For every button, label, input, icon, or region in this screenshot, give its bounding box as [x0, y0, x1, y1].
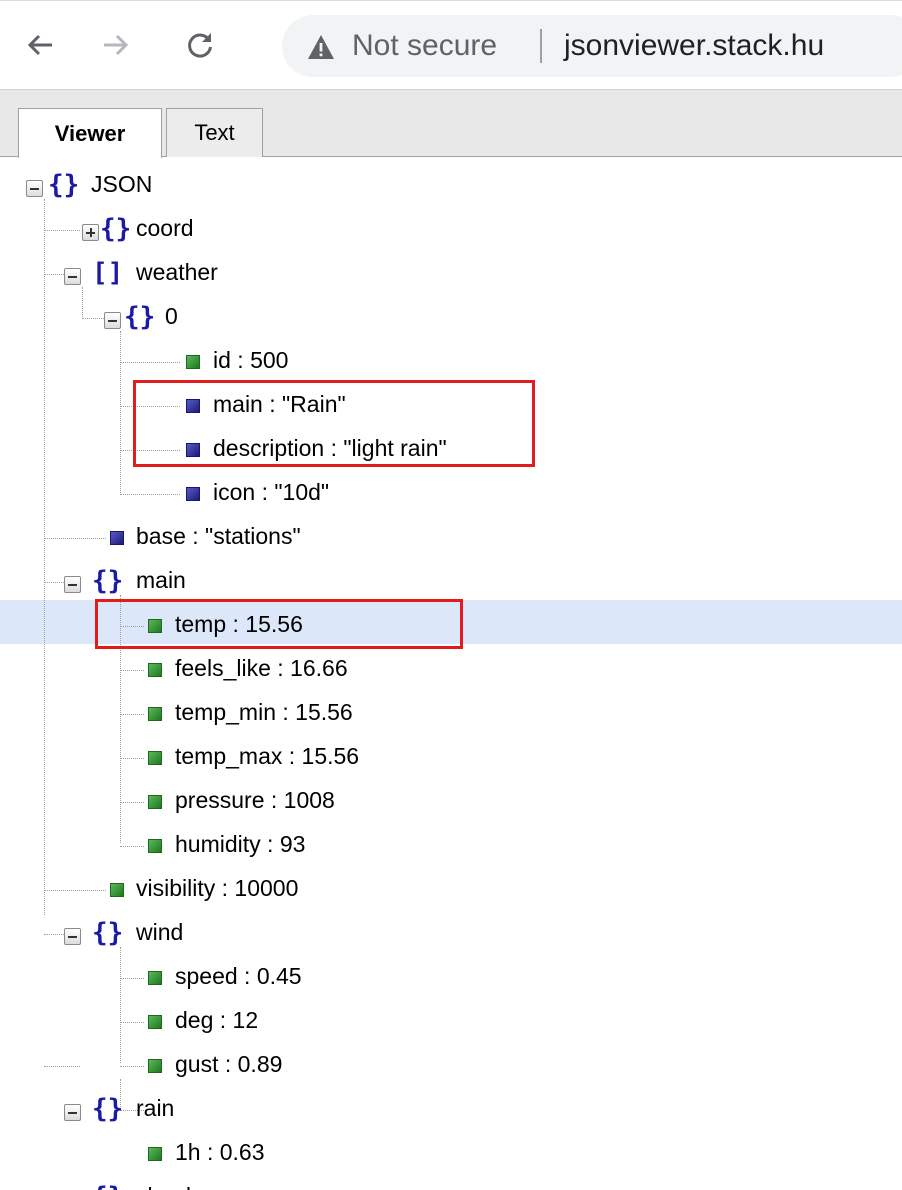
tree-node-coord[interactable]: {} coord [0, 209, 902, 253]
tree-leaf-temp-min[interactable]: temp_min : 15.56 [0, 693, 902, 737]
tree-leaf-text: deg : 12 [175, 1007, 259, 1033]
tree-node-wind[interactable]: {} wind [0, 913, 902, 957]
tree-leaf-text: pressure : 1008 [175, 787, 335, 813]
tree-node-root[interactable]: {} JSON [0, 165, 902, 209]
browser-toolbar: Not secure jsonviewer.stack.hu [0, 0, 902, 90]
collapse-toggle-icon[interactable] [64, 928, 81, 945]
json-tree-view: {} JSON {} coord [] weather {} 0 id : 50… [0, 157, 902, 1190]
tree-node-label: rain [136, 1095, 175, 1121]
tree-leaf-text: visibility : 10000 [136, 875, 299, 901]
warning-triangle-icon[interactable] [306, 33, 336, 61]
tree-leaf-humidity[interactable]: humidity : 93 [0, 825, 902, 869]
tree-leaf-text: base : "stations" [136, 523, 301, 549]
tree-leaf-deg[interactable]: deg : 12 [0, 1001, 902, 1045]
tree-node-label: 0 [165, 303, 178, 329]
object-brace-icon: {} [92, 1094, 124, 1124]
number-value-icon [110, 883, 124, 897]
object-brace-icon: {} [92, 918, 124, 948]
expand-toggle-icon[interactable] [82, 224, 99, 241]
forward-button[interactable] [96, 23, 136, 67]
number-value-icon [148, 839, 162, 853]
tree-node-rain[interactable]: {} rain [0, 1089, 902, 1133]
number-value-icon [148, 795, 162, 809]
string-value-icon [186, 487, 200, 501]
tree-leaf-base[interactable]: base : "stations" [0, 517, 902, 561]
tree-leaf-text: humidity : 93 [175, 831, 306, 857]
security-status-text[interactable]: Not secure [352, 29, 497, 63]
tree-node-weather-0[interactable]: {} 0 [0, 297, 902, 341]
address-separator [540, 29, 542, 63]
tree-leaf-temp-max[interactable]: temp_max : 15.56 [0, 737, 902, 781]
number-value-icon [186, 355, 200, 369]
arrow-right-icon [104, 34, 129, 56]
tree-leaf-text: gust : 0.89 [175, 1051, 283, 1077]
address-bar[interactable]: Not secure jsonviewer.stack.hu [282, 15, 902, 77]
tree-node-label: weather [136, 259, 218, 285]
back-button[interactable] [20, 23, 60, 67]
tree-leaf-gust[interactable]: gust : 0.89 [0, 1045, 902, 1089]
array-bracket-icon: [] [92, 258, 124, 288]
object-brace-icon: {} [100, 214, 132, 244]
tree-leaf-text: feels_like : 16.66 [175, 655, 348, 681]
tree-leaf-icon[interactable]: icon : "10d" [0, 473, 902, 517]
string-value-icon [110, 531, 124, 545]
tree-node-clouds[interactable]: {} clouds [0, 1177, 902, 1190]
reload-icon [188, 33, 212, 58]
tab-viewer[interactable]: Viewer [18, 108, 162, 158]
tree-node-label: coord [136, 215, 194, 241]
number-value-icon [148, 663, 162, 677]
collapse-toggle-icon[interactable] [104, 312, 121, 329]
object-brace-icon: {} [48, 170, 80, 200]
highlight-box-temp [95, 599, 463, 649]
number-value-icon [148, 1015, 162, 1029]
tree-leaf-id[interactable]: id : 500 [0, 341, 902, 385]
tree-leaf-text: icon : "10d" [213, 479, 330, 505]
collapse-toggle-icon[interactable] [64, 268, 81, 285]
tree-leaf-text: speed : 0.45 [175, 963, 302, 989]
tree-leaf-pressure[interactable]: pressure : 1008 [0, 781, 902, 825]
collapse-toggle-icon[interactable] [64, 576, 81, 593]
number-value-icon [148, 1059, 162, 1073]
reload-button[interactable] [180, 23, 220, 67]
tree-leaf-text: 1h : 0.63 [175, 1139, 265, 1165]
collapse-toggle-icon[interactable] [26, 180, 43, 197]
tree-node-label: main [136, 567, 186, 593]
tree-leaf-visibility[interactable]: visibility : 10000 [0, 869, 902, 913]
url-text[interactable]: jsonviewer.stack.hu [564, 29, 824, 63]
highlight-box-weather [133, 380, 535, 467]
tree-leaf-text: temp_max : 15.56 [175, 743, 360, 769]
tree-node-weather[interactable]: [] weather [0, 253, 902, 297]
tree-leaf-text: temp_min : 15.56 [175, 699, 353, 725]
viewer-tab-bar: Viewer Text [0, 90, 902, 158]
tab-text[interactable]: Text [166, 108, 263, 157]
object-brace-icon: {} [92, 1182, 123, 1190]
tree-node-label: wind [136, 919, 184, 945]
arrow-left-icon [27, 34, 52, 56]
object-brace-icon: {} [124, 302, 156, 332]
number-value-icon [148, 971, 162, 985]
number-value-icon [148, 751, 162, 765]
tree-leaf-1h[interactable]: 1h : 0.63 [0, 1133, 902, 1177]
number-value-icon [148, 1147, 162, 1161]
tree-leaf-text: id : 500 [213, 347, 289, 373]
object-brace-icon: {} [92, 566, 124, 596]
tree-node-label: clouds [136, 1183, 202, 1190]
tree-leaf-speed[interactable]: speed : 0.45 [0, 957, 902, 1001]
number-value-icon [148, 707, 162, 721]
tree-leaf-feels-like[interactable]: feels_like : 16.66 [0, 649, 902, 693]
collapse-toggle-icon[interactable] [64, 1104, 81, 1121]
tree-node-label: JSON [91, 171, 153, 197]
